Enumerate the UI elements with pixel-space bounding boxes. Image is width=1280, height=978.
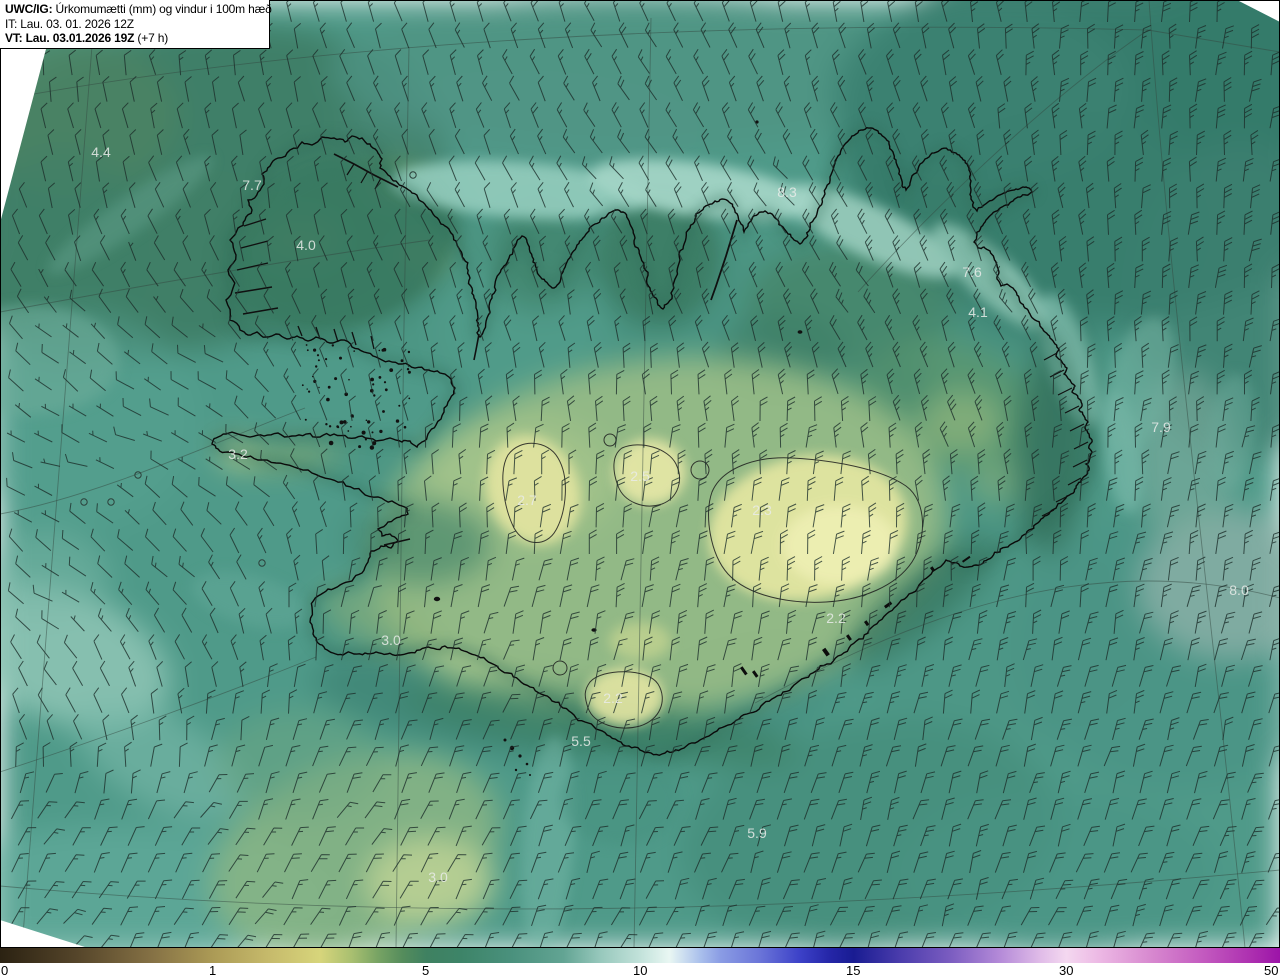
svg-text:3.2: 3.2 (228, 446, 248, 462)
svg-text:2.2: 2.2 (826, 610, 846, 626)
svg-text:2.5: 2.5 (630, 468, 650, 484)
svg-text:8.0: 8.0 (1229, 582, 1249, 598)
svg-text:7.9: 7.9 (1151, 419, 1171, 435)
svg-text:2.7: 2.7 (517, 492, 537, 508)
svg-text:5.9: 5.9 (747, 825, 767, 841)
svg-text:3.0: 3.0 (428, 869, 448, 885)
svg-text:3.0: 3.0 (381, 632, 401, 648)
svg-text:2.3: 2.3 (752, 502, 772, 518)
svg-text:7.7: 7.7 (242, 177, 262, 193)
svg-text:4.4: 4.4 (91, 144, 111, 160)
svg-text:7.6: 7.6 (962, 264, 982, 280)
svg-text:4.1: 4.1 (968, 304, 988, 320)
svg-text:8.3: 8.3 (777, 184, 797, 200)
svg-text:2.2: 2.2 (603, 690, 623, 706)
svg-text:5.5: 5.5 (571, 733, 591, 749)
svg-text:4.0: 4.0 (296, 237, 316, 253)
